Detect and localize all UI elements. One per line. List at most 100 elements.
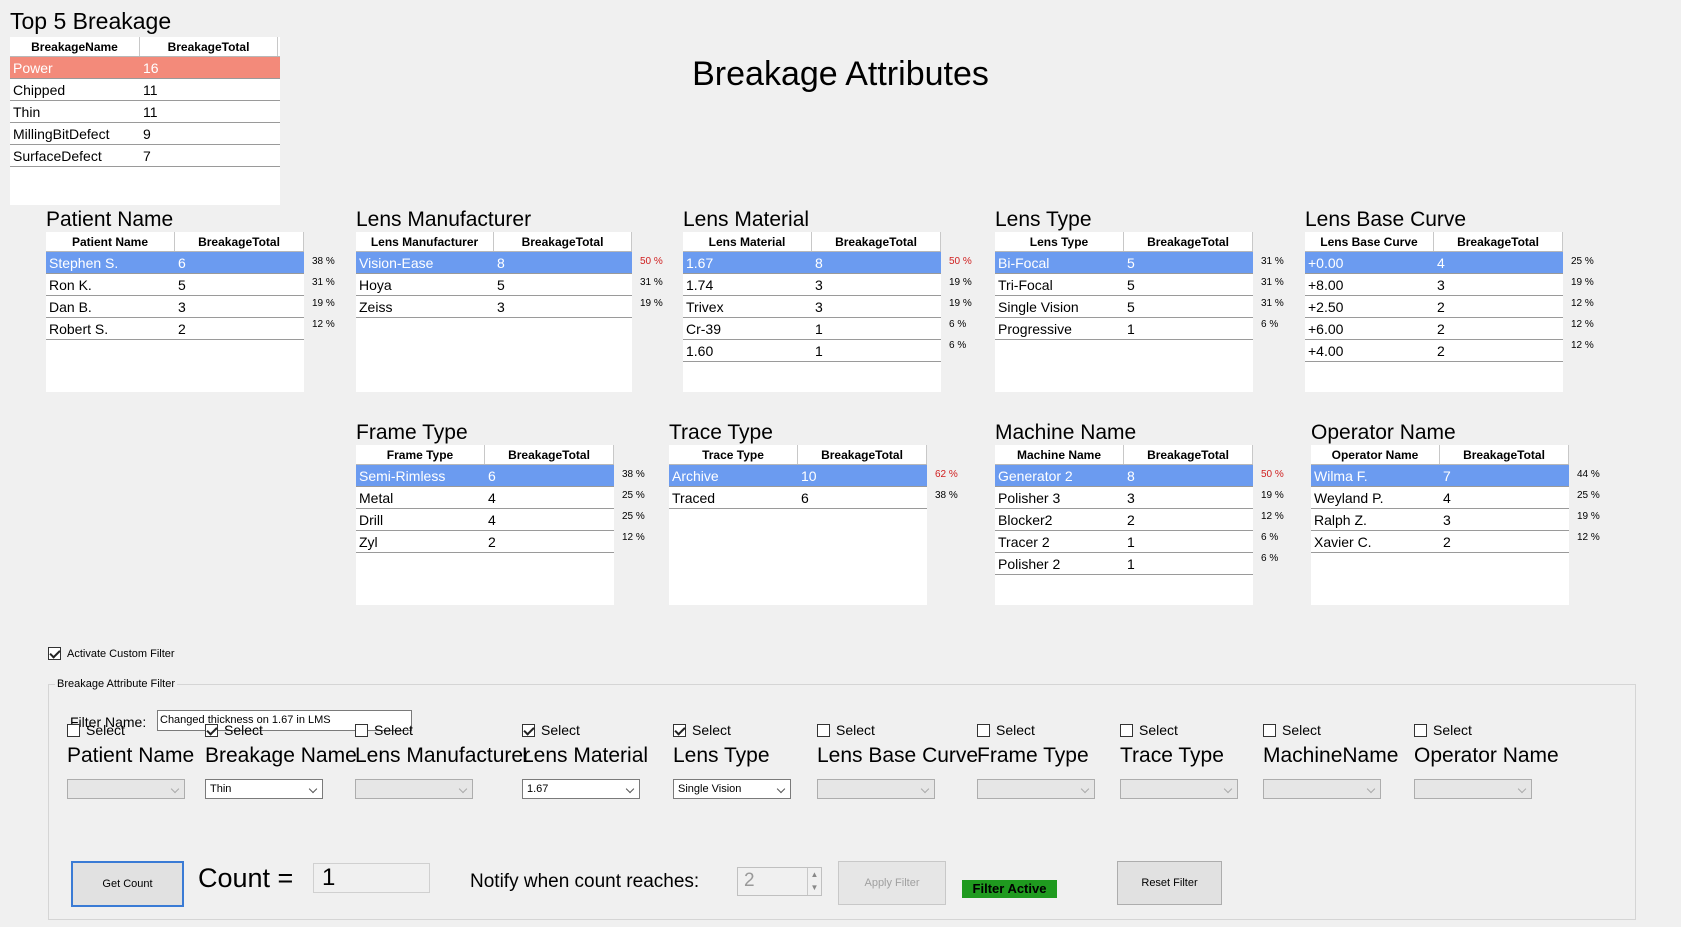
- table-row[interactable]: Zyl 2: [356, 531, 614, 553]
- reset-filter-button[interactable]: Reset Filter: [1117, 861, 1222, 905]
- column-header[interactable]: Lens Base Curve: [1305, 232, 1434, 251]
- table-row[interactable]: Bi-Focal 5: [995, 252, 1253, 274]
- table-row[interactable]: Metal 4: [356, 487, 614, 509]
- column-header[interactable]: Trace Type: [669, 445, 798, 464]
- column-header[interactable]: BreakageTotal: [140, 37, 278, 56]
- select-checkbox-0[interactable]: Select: [67, 722, 125, 738]
- table-row[interactable]: Cr-39 1: [683, 318, 941, 340]
- select-checkbox-7[interactable]: Select: [1120, 722, 1178, 738]
- filter-dropdown[interactable]: [1263, 779, 1381, 799]
- grid-operator[interactable]: Operator Name BreakageTotal Wilma F. 7 Weyla…: [1311, 445, 1569, 605]
- apply-filter-button[interactable]: Apply Filter: [838, 861, 946, 905]
- select-checkbox-1[interactable]: Select: [205, 722, 263, 738]
- table-row[interactable]: +8.00 3: [1305, 274, 1563, 296]
- filter-dropdown[interactable]: Single Vision: [673, 779, 791, 799]
- select-checkbox-box[interactable]: [355, 723, 368, 737]
- notify-count-stepper[interactable]: 2 ▲ ▼: [737, 867, 822, 896]
- table-row[interactable]: Trivex 3: [683, 296, 941, 318]
- grid-material[interactable]: Lens Material BreakageTotal 1.67 8 1.74 3 Triv…: [683, 232, 941, 392]
- table-row[interactable]: SurfaceDefect 7: [10, 145, 280, 167]
- table-row[interactable]: Ron K. 5: [46, 274, 304, 296]
- select-checkbox-box[interactable]: [977, 723, 990, 737]
- table-row[interactable]: 1.60 1: [683, 340, 941, 362]
- select-checkbox-box[interactable]: [817, 723, 830, 737]
- table-row[interactable]: Traced 6: [669, 487, 927, 509]
- filter-dropdown[interactable]: [67, 779, 185, 799]
- table-row[interactable]: 1.67 8: [683, 252, 941, 274]
- column-header[interactable]: BreakageTotal: [1440, 445, 1569, 464]
- select-checkbox-box[interactable]: [67, 723, 80, 737]
- table-row[interactable]: Hoya 5: [356, 274, 632, 296]
- column-header[interactable]: Patient Name: [46, 232, 175, 251]
- column-header[interactable]: BreakageTotal: [798, 445, 927, 464]
- table-row[interactable]: Drill 4: [356, 509, 614, 531]
- table-row[interactable]: +6.00 2: [1305, 318, 1563, 340]
- table-row[interactable]: Tri-Focal 5: [995, 274, 1253, 296]
- filter-dropdown[interactable]: [977, 779, 1095, 799]
- column-header[interactable]: BreakageTotal: [1434, 232, 1563, 251]
- select-checkbox-5[interactable]: Select: [817, 722, 875, 738]
- table-row[interactable]: Weyland P. 4: [1311, 487, 1569, 509]
- filter-dropdown[interactable]: [1120, 779, 1238, 799]
- filter-dropdown[interactable]: [355, 779, 473, 799]
- column-header[interactable]: BreakageTotal: [1124, 232, 1253, 251]
- select-checkbox-box[interactable]: [1263, 723, 1276, 737]
- table-row[interactable]: Polisher 2 1: [995, 553, 1253, 575]
- select-checkbox-box[interactable]: [205, 723, 218, 737]
- table-row[interactable]: Generator 2 8: [995, 465, 1253, 487]
- column-header[interactable]: Machine Name: [995, 445, 1124, 464]
- table-row[interactable]: Ralph Z. 3: [1311, 509, 1569, 531]
- select-checkbox-4[interactable]: Select: [673, 722, 731, 738]
- table-row[interactable]: Tracer 2 1: [995, 531, 1253, 553]
- select-checkbox-6[interactable]: Select: [977, 722, 1035, 738]
- table-row[interactable]: Xavier C. 2: [1311, 531, 1569, 553]
- filter-dropdown[interactable]: 1.67: [522, 779, 640, 799]
- grid-tracetype[interactable]: Trace Type BreakageTotal Archive 10 Traced 6: [669, 445, 927, 605]
- table-row[interactable]: Semi-Rimless 6: [356, 465, 614, 487]
- stepper-arrows-icon[interactable]: ▲ ▼: [807, 868, 821, 895]
- select-checkbox-box[interactable]: [673, 723, 686, 737]
- table-row[interactable]: +2.50 2: [1305, 296, 1563, 318]
- table-row[interactable]: Single Vision 5: [995, 296, 1253, 318]
- column-header[interactable]: Lens Type: [995, 232, 1124, 251]
- filter-dropdown[interactable]: [817, 779, 935, 799]
- select-checkbox-2[interactable]: Select: [355, 722, 413, 738]
- table-row[interactable]: Stephen S. 6: [46, 252, 304, 274]
- table-row[interactable]: Dan B. 3: [46, 296, 304, 318]
- grid-manufacturer[interactable]: Lens Manufacturer BreakageTotal Vision-Eas…: [356, 232, 632, 392]
- column-header[interactable]: Lens Manufacturer: [356, 232, 494, 251]
- table-row[interactable]: Archive 10: [669, 465, 927, 487]
- column-header[interactable]: BreakageTotal: [175, 232, 304, 251]
- get-count-button[interactable]: Get Count: [71, 861, 184, 907]
- table-row[interactable]: Wilma F. 7: [1311, 465, 1569, 487]
- table-row[interactable]: Progressive 1: [995, 318, 1253, 340]
- select-checkbox-3[interactable]: Select: [522, 722, 580, 738]
- table-row[interactable]: +0.00 4: [1305, 252, 1563, 274]
- select-checkbox-box[interactable]: [1414, 723, 1427, 737]
- filter-dropdown[interactable]: Thin: [205, 779, 323, 799]
- column-header[interactable]: BreakageName: [10, 37, 140, 56]
- grid-machine[interactable]: Machine Name BreakageTotal Generator 2 8 Pol…: [995, 445, 1253, 605]
- grid-basecurve[interactable]: Lens Base Curve BreakageTotal +0.00 4 +8.00 3…: [1305, 232, 1563, 392]
- table-row[interactable]: +4.00 2: [1305, 340, 1563, 362]
- table-row[interactable]: Vision-Ease 8: [356, 252, 632, 274]
- table-row[interactable]: Robert S. 2: [46, 318, 304, 340]
- activate-checkbox-box[interactable]: [48, 647, 61, 660]
- select-checkbox-box[interactable]: [1120, 723, 1133, 737]
- column-header[interactable]: BreakageTotal: [1124, 445, 1253, 464]
- table-row[interactable]: Zeiss 3: [356, 296, 632, 318]
- table-row[interactable]: MillingBitDefect 9: [10, 123, 280, 145]
- select-checkbox-8[interactable]: Select: [1263, 722, 1321, 738]
- table-row[interactable]: Blocker2 2: [995, 509, 1253, 531]
- column-header[interactable]: Frame Type: [356, 445, 485, 464]
- column-header[interactable]: BreakageTotal: [812, 232, 941, 251]
- select-checkbox-9[interactable]: Select: [1414, 722, 1472, 738]
- filter-dropdown[interactable]: [1414, 779, 1532, 799]
- grid-patient[interactable]: Patient Name BreakageTotal Stephen S. 6 Ron …: [46, 232, 304, 392]
- table-row[interactable]: 1.74 3: [683, 274, 941, 296]
- column-header[interactable]: Lens Material: [683, 232, 812, 251]
- table-row[interactable]: Thin 11: [10, 101, 280, 123]
- column-header[interactable]: Operator Name: [1311, 445, 1440, 464]
- grid-frametype[interactable]: Frame Type BreakageTotal Semi-Rimless 6 Meta…: [356, 445, 614, 605]
- column-header[interactable]: BreakageTotal: [494, 232, 632, 251]
